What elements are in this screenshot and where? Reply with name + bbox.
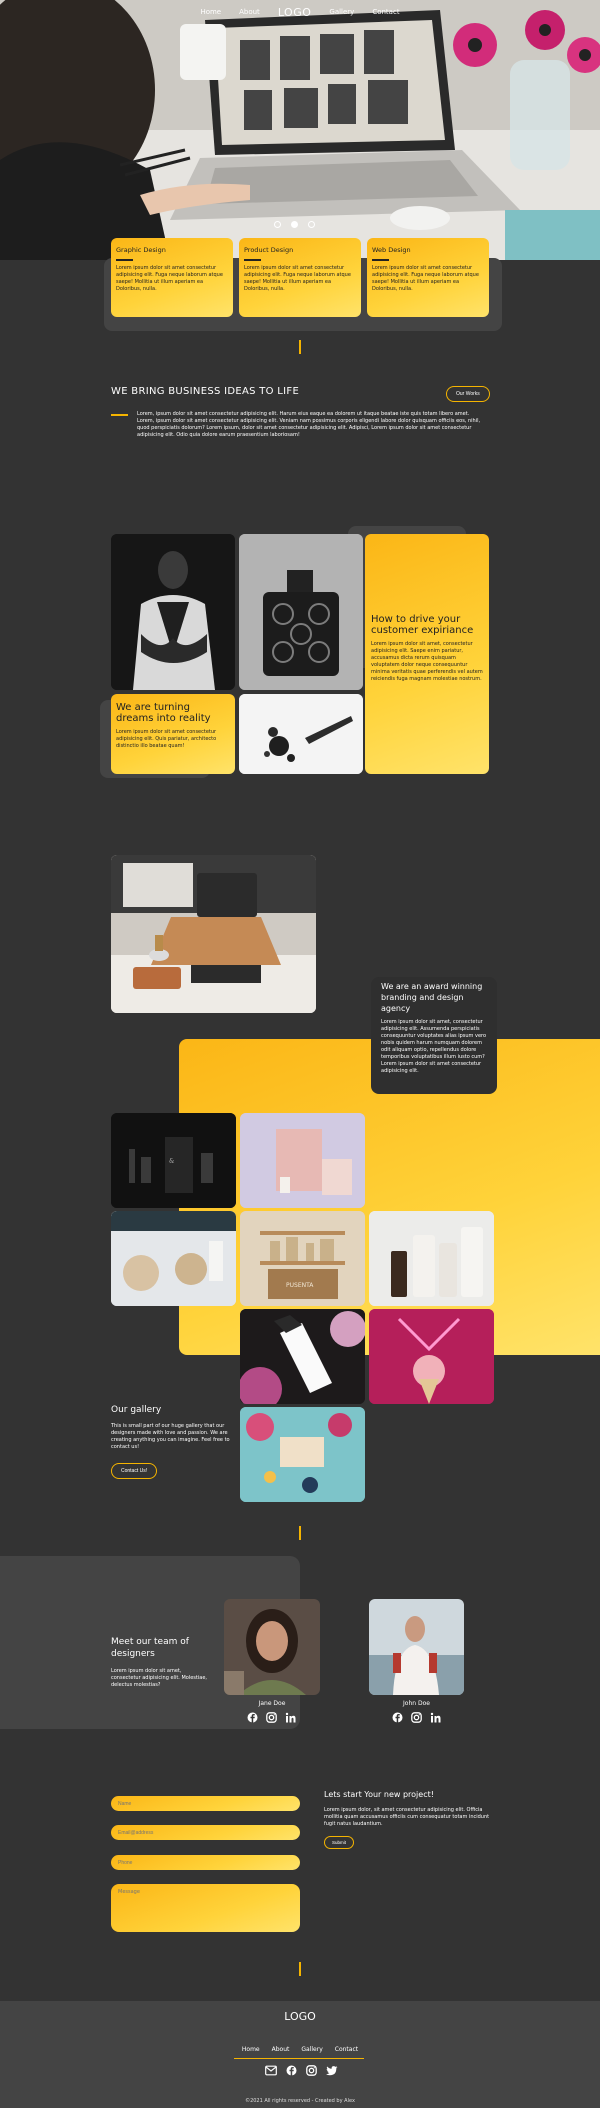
intro-heading: WE BRING BUSINESS IDEAS TO LIFE bbox=[111, 386, 300, 397]
phone-field[interactable] bbox=[111, 1855, 300, 1870]
divider bbox=[372, 259, 389, 261]
service-text: Lorem ipsum dolor sit amet consectetur a… bbox=[116, 264, 223, 292]
footer-link-contact[interactable]: Contact bbox=[335, 2046, 358, 2053]
nav-about[interactable]: About bbox=[239, 8, 260, 16]
intro-underline bbox=[111, 414, 128, 416]
gallery-photo-skincare[interactable] bbox=[369, 1211, 494, 1306]
member-name: Jane Doe bbox=[258, 1700, 286, 1707]
john-social bbox=[392, 1712, 441, 1723]
section-divider bbox=[299, 1962, 301, 1976]
footer-logo[interactable]: LOGO bbox=[0, 2010, 600, 2023]
copyright: ©2021 All rights reserved - Created by A… bbox=[245, 2098, 355, 2104]
instagram-icon[interactable] bbox=[411, 1712, 422, 1723]
team-info: Meet our team of designers Lorem ipsum d… bbox=[111, 1636, 211, 1689]
footer-link-about[interactable]: About bbox=[272, 2046, 290, 2053]
svg-text:PUSENTA: PUSENTA bbox=[286, 1282, 314, 1289]
workspace-photo bbox=[111, 855, 316, 1013]
service-title: Web Design bbox=[372, 246, 411, 254]
footer-nav: Home About Gallery Contact bbox=[0, 2046, 600, 2053]
jane-social bbox=[247, 1712, 296, 1723]
footer-divider bbox=[234, 2058, 364, 2059]
mail-icon[interactable] bbox=[265, 2065, 277, 2076]
email-field[interactable] bbox=[111, 1825, 300, 1840]
footer-link-gallery[interactable]: Gallery bbox=[301, 2046, 322, 2053]
section-divider bbox=[299, 340, 301, 354]
team-title: Meet our team of designers bbox=[111, 1637, 189, 1659]
nav-gallery[interactable]: Gallery bbox=[329, 8, 354, 16]
gallery-photo-neon-icecream[interactable] bbox=[369, 1309, 494, 1404]
top-nav: Home About LOGO Gallery Contact bbox=[0, 0, 600, 24]
slider-dot[interactable] bbox=[274, 221, 281, 228]
service-text: Lorem ipsum dolor sit amet consectetur a… bbox=[244, 264, 351, 292]
message-field[interactable] bbox=[111, 1884, 300, 1932]
team-photo-john bbox=[369, 1599, 464, 1695]
drive-text: Lorem ipsum dolor sit amet, consectetur … bbox=[371, 641, 483, 682]
section-divider bbox=[299, 1526, 301, 1540]
perfume-bottle-photo bbox=[239, 534, 363, 690]
dreams-text: Lorem ipsum dolor sit amet consectetur a… bbox=[116, 729, 217, 749]
contact-us-button[interactable]: Contact Us! bbox=[111, 1463, 158, 1479]
instagram-icon[interactable] bbox=[306, 2065, 317, 2076]
contact-info: Lets start Your new project! Lorem ipsum… bbox=[324, 1790, 494, 1828]
logo[interactable]: LOGO bbox=[278, 6, 312, 19]
award-text: Lorem ipsum dolor sit amet, consectetur … bbox=[381, 1019, 487, 1074]
divider bbox=[244, 259, 261, 261]
drive-experience-card[interactable]: How to drive your customer expiriance Lo… bbox=[365, 534, 489, 774]
member-name: John Doe bbox=[403, 1700, 430, 1707]
our-works-button[interactable]: Our Works bbox=[446, 386, 490, 402]
facebook-icon[interactable] bbox=[286, 2065, 297, 2076]
svg-text:&: & bbox=[169, 1158, 175, 1165]
linkedin-icon[interactable] bbox=[430, 1712, 441, 1723]
gallery-text: This is small part of our huge gallery t… bbox=[111, 1423, 230, 1450]
slider-dots bbox=[274, 221, 315, 228]
service-text: Lorem ipsum dolor sit amet consectetur a… bbox=[372, 264, 479, 292]
facebook-icon[interactable] bbox=[247, 1712, 258, 1723]
drive-title: How to drive your customer expiriance bbox=[371, 614, 474, 636]
nav-contact[interactable]: Contact bbox=[372, 8, 399, 16]
gallery-photo-flatlay[interactable] bbox=[240, 1407, 365, 1502]
footer-social bbox=[265, 2065, 338, 2076]
linkedin-icon[interactable] bbox=[285, 1712, 296, 1723]
contact-title: Lets start Your new project! bbox=[324, 1790, 434, 1799]
service-title: Product Design bbox=[244, 246, 294, 254]
service-card-product[interactable]: Product Design Lorem ipsum dolor sit ame… bbox=[239, 238, 361, 317]
hero-banner: Home About LOGO Gallery Contact bbox=[0, 0, 600, 260]
submit-button[interactable]: Submit bbox=[324, 1836, 355, 1849]
dreams-card[interactable]: We are turning dreams into reality Lorem… bbox=[111, 694, 235, 774]
slider-dot-active[interactable] bbox=[291, 221, 298, 228]
intro-text: Lorem, ipsum dolor sit amet consectetur … bbox=[137, 411, 481, 438]
award-title: We are an award winning branding and des… bbox=[381, 982, 483, 1013]
man-in-suit-photo bbox=[111, 534, 235, 690]
pencil-photo bbox=[239, 694, 363, 774]
gallery-info: Our gallery This is small part of our hu… bbox=[111, 1405, 231, 1451]
gallery-photo-serum[interactable] bbox=[240, 1309, 365, 1404]
award-card: We are an award winning branding and des… bbox=[371, 977, 497, 1094]
gallery-photo-spa-items[interactable] bbox=[111, 1211, 236, 1306]
facebook-icon[interactable] bbox=[392, 1712, 403, 1723]
contact-text: Lorem ipsum dolor, sit amet consectetur … bbox=[324, 1807, 490, 1827]
dreams-title: We are turning dreams into reality bbox=[116, 702, 211, 724]
nav-home[interactable]: Home bbox=[200, 8, 221, 16]
service-card-web[interactable]: Web Design Lorem ipsum dolor sit amet co… bbox=[367, 238, 489, 317]
service-card-graphic[interactable]: Graphic Design Lorem ipsum dolor sit ame… bbox=[111, 238, 233, 317]
gallery-photo-pink-box[interactable] bbox=[240, 1113, 365, 1208]
divider bbox=[116, 259, 133, 261]
slider-dot[interactable] bbox=[308, 221, 315, 228]
twitter-icon[interactable] bbox=[326, 2065, 338, 2076]
instagram-icon[interactable] bbox=[266, 1712, 277, 1723]
team-text: Lorem ipsum dolor sit amet, consectetur … bbox=[111, 1668, 207, 1688]
gallery-title: Our gallery bbox=[111, 1405, 162, 1415]
service-title: Graphic Design bbox=[116, 246, 166, 254]
footer-link-home[interactable]: Home bbox=[242, 2046, 260, 2053]
gallery-photo-shelf[interactable]: PUSENTA bbox=[240, 1211, 365, 1306]
team-photo-jane bbox=[224, 1599, 320, 1695]
gallery-photo-dark-products[interactable]: & bbox=[111, 1113, 236, 1208]
name-field[interactable] bbox=[111, 1796, 300, 1811]
